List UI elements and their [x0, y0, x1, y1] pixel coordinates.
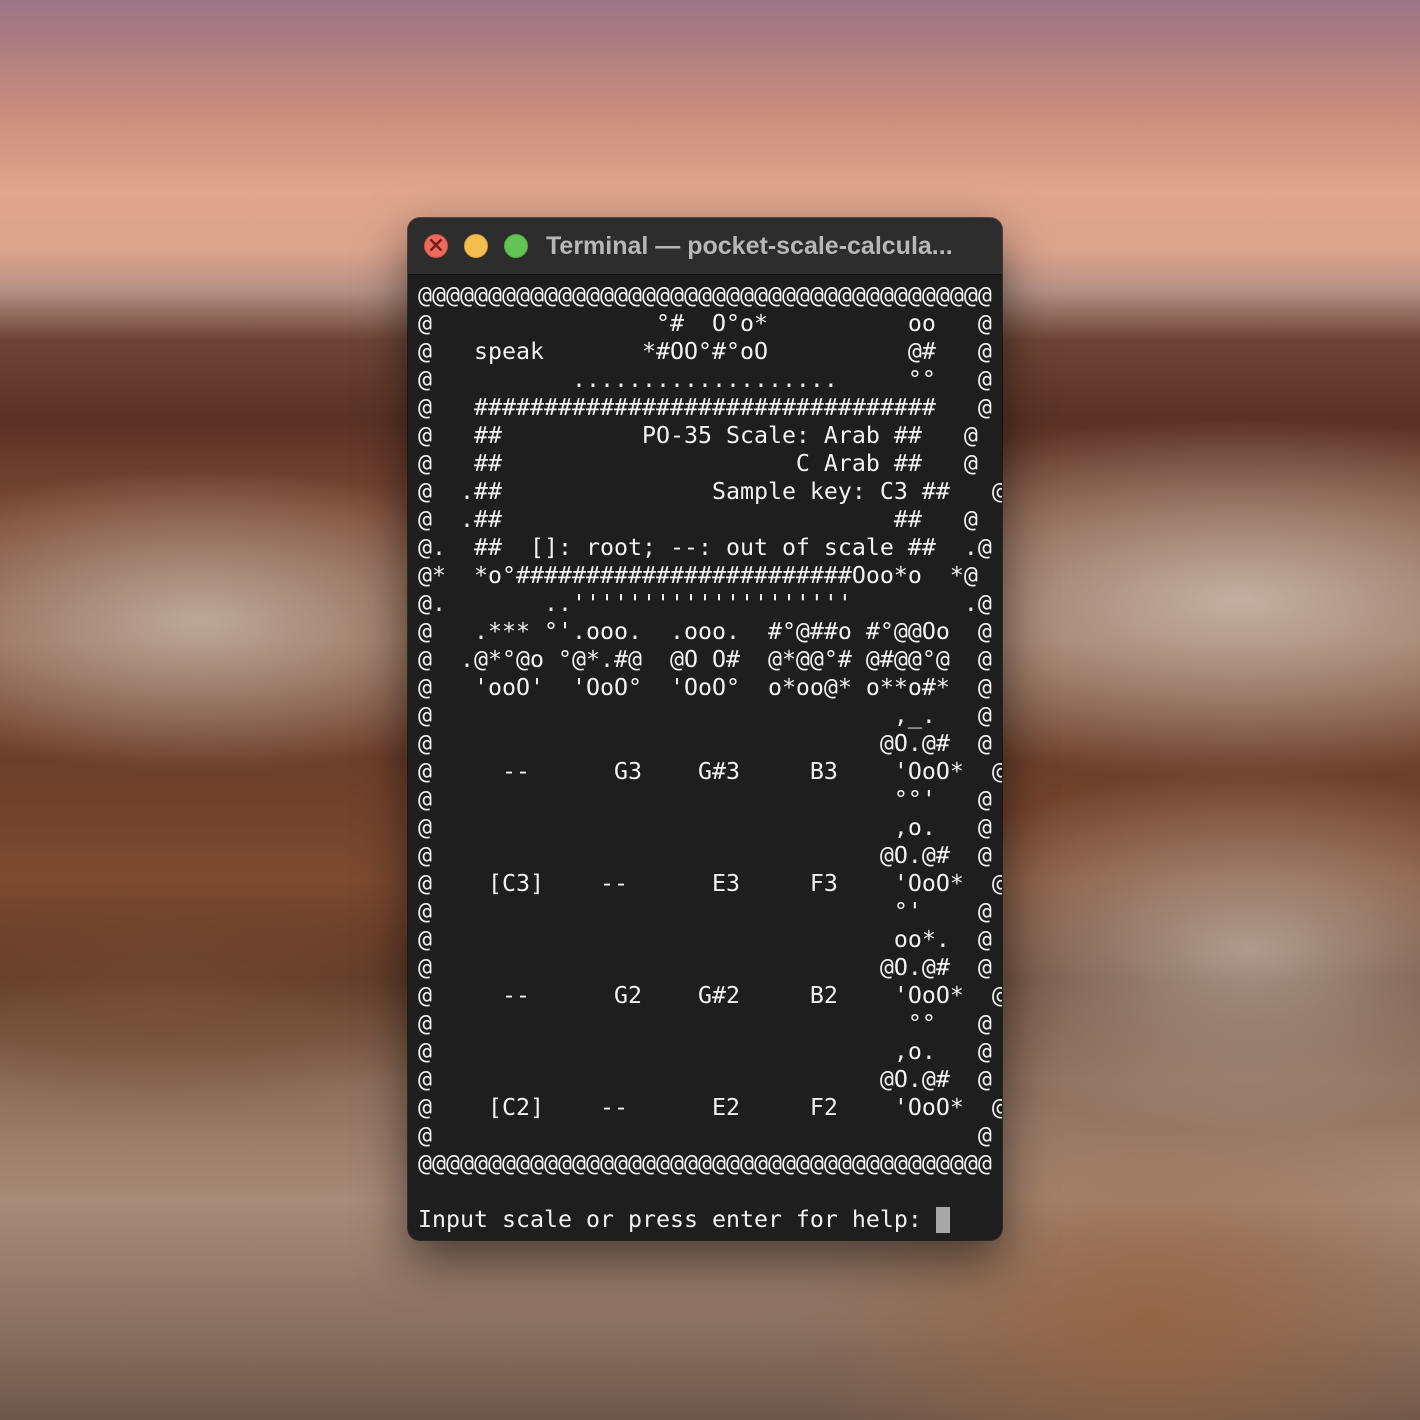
terminal-line: @ .@*°@o °@*.#@ @O O# @*@@°# @#@@°@ @	[418, 646, 992, 673]
minimize-button[interactable]	[464, 234, 488, 258]
terminal-line: @ @O.@# @	[418, 730, 992, 757]
terminal-line: @ ## PO-35 Scale: Arab ## @	[418, 422, 978, 449]
terminal-line: @ [C3] -- E3 F3 'OoO* @	[418, 870, 1002, 897]
terminal-line: @ @O.@# @	[418, 842, 992, 869]
terminal-line: @* *o°########################Ooo*o *@	[418, 562, 978, 589]
maximize-button[interactable]	[504, 234, 528, 258]
close-button[interactable]	[424, 232, 448, 260]
terminal-line: @ .*** °'.ooo. .ooo. #°@##o #°@@Oo @	[418, 618, 992, 645]
terminal-line: @ oo*. @	[418, 926, 992, 953]
input-prompt[interactable]: Input scale or press enter for help:	[418, 1206, 998, 1234]
terminal-line: @ 'ooO' 'OoO° 'OoO° o*oo@* o**o#* @	[418, 674, 992, 701]
terminal-line: @@@@@@@@@@@@@@@@@@@@@@@@@@@@@@@@@@@@@@@@…	[418, 282, 992, 309]
terminal-line: @ -- G3 G#3 B3 'OoO* @	[418, 758, 1002, 785]
terminal-line: @ °° @	[418, 1010, 992, 1037]
terminal-line: @ @O.@# @	[418, 1066, 992, 1093]
terminal-window: Terminal — pocket-scale-calcula... @@@@@…	[408, 218, 1002, 1240]
terminal-line: @@@@@@@@@@@@@@@@@@@@@@@@@@@@@@@@@@@@@@@@…	[418, 1150, 992, 1177]
terminal-line: @ ## C Arab ## @	[418, 450, 978, 477]
terminal-line: @ °°' @	[418, 786, 992, 813]
terminal-line: @ @O.@# @	[418, 954, 992, 981]
terminal-line: @ -- G2 G#2 B2 'OoO* @	[418, 982, 1002, 1009]
prompt-text: Input scale or press enter for help:	[418, 1206, 922, 1233]
terminal-line: @ ,o. @	[418, 1038, 992, 1065]
terminal-line: @ @	[418, 1122, 992, 1149]
terminal-line: @ ,o. @	[418, 814, 992, 841]
terminal-content[interactable]: @@@@@@@@@@@@@@@@@@@@@@@@@@@@@@@@@@@@@@@@…	[418, 282, 1002, 1234]
terminal-line: @ °# O°o* oo @	[418, 310, 992, 337]
terminal-output: @@@@@@@@@@@@@@@@@@@@@@@@@@@@@@@@@@@@@@@@…	[418, 282, 1002, 1178]
window-title: Terminal — pocket-scale-calcula...	[546, 232, 953, 260]
terminal-line: @. ..'''''''''''''''''''' .@	[418, 590, 992, 617]
terminal-line: @. ## []: root; --: out of scale ## .@	[418, 534, 992, 561]
terminal-line: @ speak *#OO°#°oO @# @	[418, 338, 992, 365]
terminal-line: @ ................... °° @	[418, 366, 992, 393]
text-cursor	[935, 1207, 950, 1233]
terminal-line: @ °' @	[418, 898, 992, 925]
terminal-line: @ ################################# @	[418, 394, 992, 421]
terminal-line: @ [C2] -- E2 F2 'OoO* @	[418, 1094, 1002, 1121]
terminal-line: @ .## ## @	[418, 506, 978, 533]
terminal-line: @ ,_. @	[418, 702, 992, 729]
terminal-line: @ .## Sample key: C3 ## @	[418, 478, 1002, 505]
title-bar[interactable]: Terminal — pocket-scale-calcula...	[408, 218, 1002, 275]
